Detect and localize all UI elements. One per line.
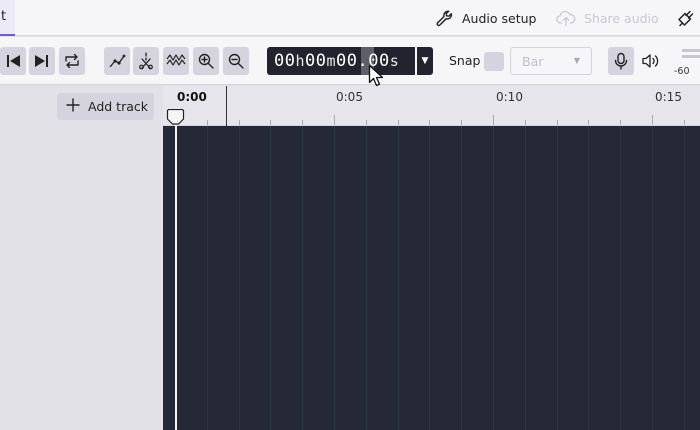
zoom-out-button[interactable]: [223, 47, 249, 75]
level-meter: [682, 49, 700, 61]
timecode-seconds-unit: s: [389, 52, 400, 70]
ruler-minor-tick: [525, 120, 526, 125]
ruler-label: 0:05: [336, 90, 363, 104]
silence-tool-button[interactable]: [163, 47, 189, 75]
ruler-minor-tick: [588, 120, 589, 125]
toolbar: 00h00m00.00s ▼ Snap Bar ▼ -60: [0, 37, 700, 85]
timecode-display[interactable]: 00h00m00.00s ▼: [267, 47, 433, 75]
envelope-tool-icon: [108, 52, 126, 70]
mouse-pointer-icon: [368, 64, 384, 88]
ruler-minor-tick: [557, 120, 558, 125]
ruler-label: 0:10: [496, 90, 523, 104]
caret-down-icon: ▼: [421, 56, 429, 66]
add-track-button[interactable]: Add track: [57, 93, 154, 120]
beat-gridline: [334, 126, 335, 430]
ruler-minor-tick: [366, 120, 367, 125]
cloud-upload-icon: [556, 9, 576, 27]
top-bar: t Audio setup Share audio: [0, 0, 700, 36]
plus-icon: [66, 98, 80, 115]
beat-gridline: [588, 126, 589, 430]
zoom-in-icon: [197, 52, 215, 70]
playhead-handle[interactable]: [166, 108, 185, 125]
ruler-minor-tick: [207, 120, 208, 125]
beat-gridline: [366, 126, 367, 430]
beat-gridline: [684, 126, 685, 430]
project-tab[interactable]: t: [0, 0, 15, 36]
beat-gridline: [557, 126, 558, 430]
snap-grid-select[interactable]: Bar ▼: [510, 47, 592, 75]
chevron-down-icon: ▼: [573, 56, 580, 65]
beat-gridline: [620, 126, 621, 430]
ruler-major-tick: [652, 115, 653, 125]
beat-gridline: [398, 126, 399, 430]
tracks-panel: Add track: [0, 86, 163, 430]
multi-tool-button[interactable]: [133, 47, 159, 75]
beat-gridline: [652, 126, 653, 430]
skip-to-end-button[interactable]: [29, 47, 55, 75]
multi-tool-icon: [137, 52, 155, 70]
share-audio-label: Share audio: [584, 10, 659, 26]
playback-volume-button[interactable]: [638, 47, 664, 75]
beat-gridline: [429, 126, 430, 430]
loop-button[interactable]: [59, 47, 85, 75]
audio-setup-button[interactable]: Audio setup: [435, 0, 536, 36]
record-input-button[interactable]: [608, 47, 634, 75]
zoom-in-button[interactable]: [193, 47, 219, 75]
ruler-minor-tick: [684, 120, 685, 125]
timecode-minutes-unit: m: [326, 52, 337, 70]
beat-gridline: [461, 126, 462, 430]
beat-gridline: [525, 126, 526, 430]
ruler-minor-tick: [302, 120, 303, 125]
beat-gridline: [270, 126, 271, 430]
ruler-major-tick: [493, 115, 494, 125]
beat-gridline: [493, 126, 494, 430]
ruler-minor-tick: [461, 120, 462, 125]
ruler-minor-tick: [620, 120, 621, 125]
snap-grid-value: Bar: [522, 54, 544, 69]
ruler-major-tick: [334, 115, 335, 125]
edit-cursor-line: [226, 86, 227, 126]
loop-icon: [63, 52, 81, 70]
timecode-hours: 00: [274, 51, 296, 71]
audio-setup-label: Audio setup: [462, 10, 537, 26]
skip-to-end-icon: [33, 53, 51, 69]
snap-checkbox[interactable]: [484, 52, 504, 71]
skip-to-start-icon: [4, 53, 22, 69]
level-meter-label: -60: [674, 66, 690, 77]
snap-label: Snap: [449, 53, 481, 68]
beat-gridline: [207, 126, 208, 430]
plugins-button[interactable]: [674, 0, 696, 36]
wrench-icon: [435, 9, 454, 28]
timecode-hours-unit: h: [295, 52, 306, 70]
track-canvas[interactable]: [163, 126, 700, 430]
timecode-format-dropdown[interactable]: ▼: [417, 47, 433, 75]
envelope-tool-button[interactable]: [104, 47, 130, 75]
timeline-ruler[interactable]: 0:00 0:05 0:10 0:15: [163, 86, 700, 126]
beat-gridline: [239, 126, 240, 430]
microphone-icon: [613, 52, 629, 70]
speaker-icon: [641, 52, 661, 70]
zigzag-icon: [166, 52, 186, 70]
ruler-label: 0:00: [177, 90, 207, 104]
playhead-line: [175, 120, 177, 430]
share-audio-button[interactable]: Share audio: [556, 0, 659, 36]
beat-gridline: [302, 126, 303, 430]
add-track-label: Add track: [88, 99, 148, 114]
ruler-label: 0:15: [655, 90, 682, 104]
ruler-minor-tick: [398, 120, 399, 125]
plug-icon: [674, 8, 696, 28]
ruler-minor-tick: [270, 120, 271, 125]
skip-to-start-button[interactable]: [0, 47, 26, 75]
timecode-minutes: 00: [305, 51, 327, 71]
ruler-minor-tick: [429, 120, 430, 125]
zoom-out-icon: [227, 52, 245, 70]
ruler-minor-tick: [239, 120, 240, 125]
